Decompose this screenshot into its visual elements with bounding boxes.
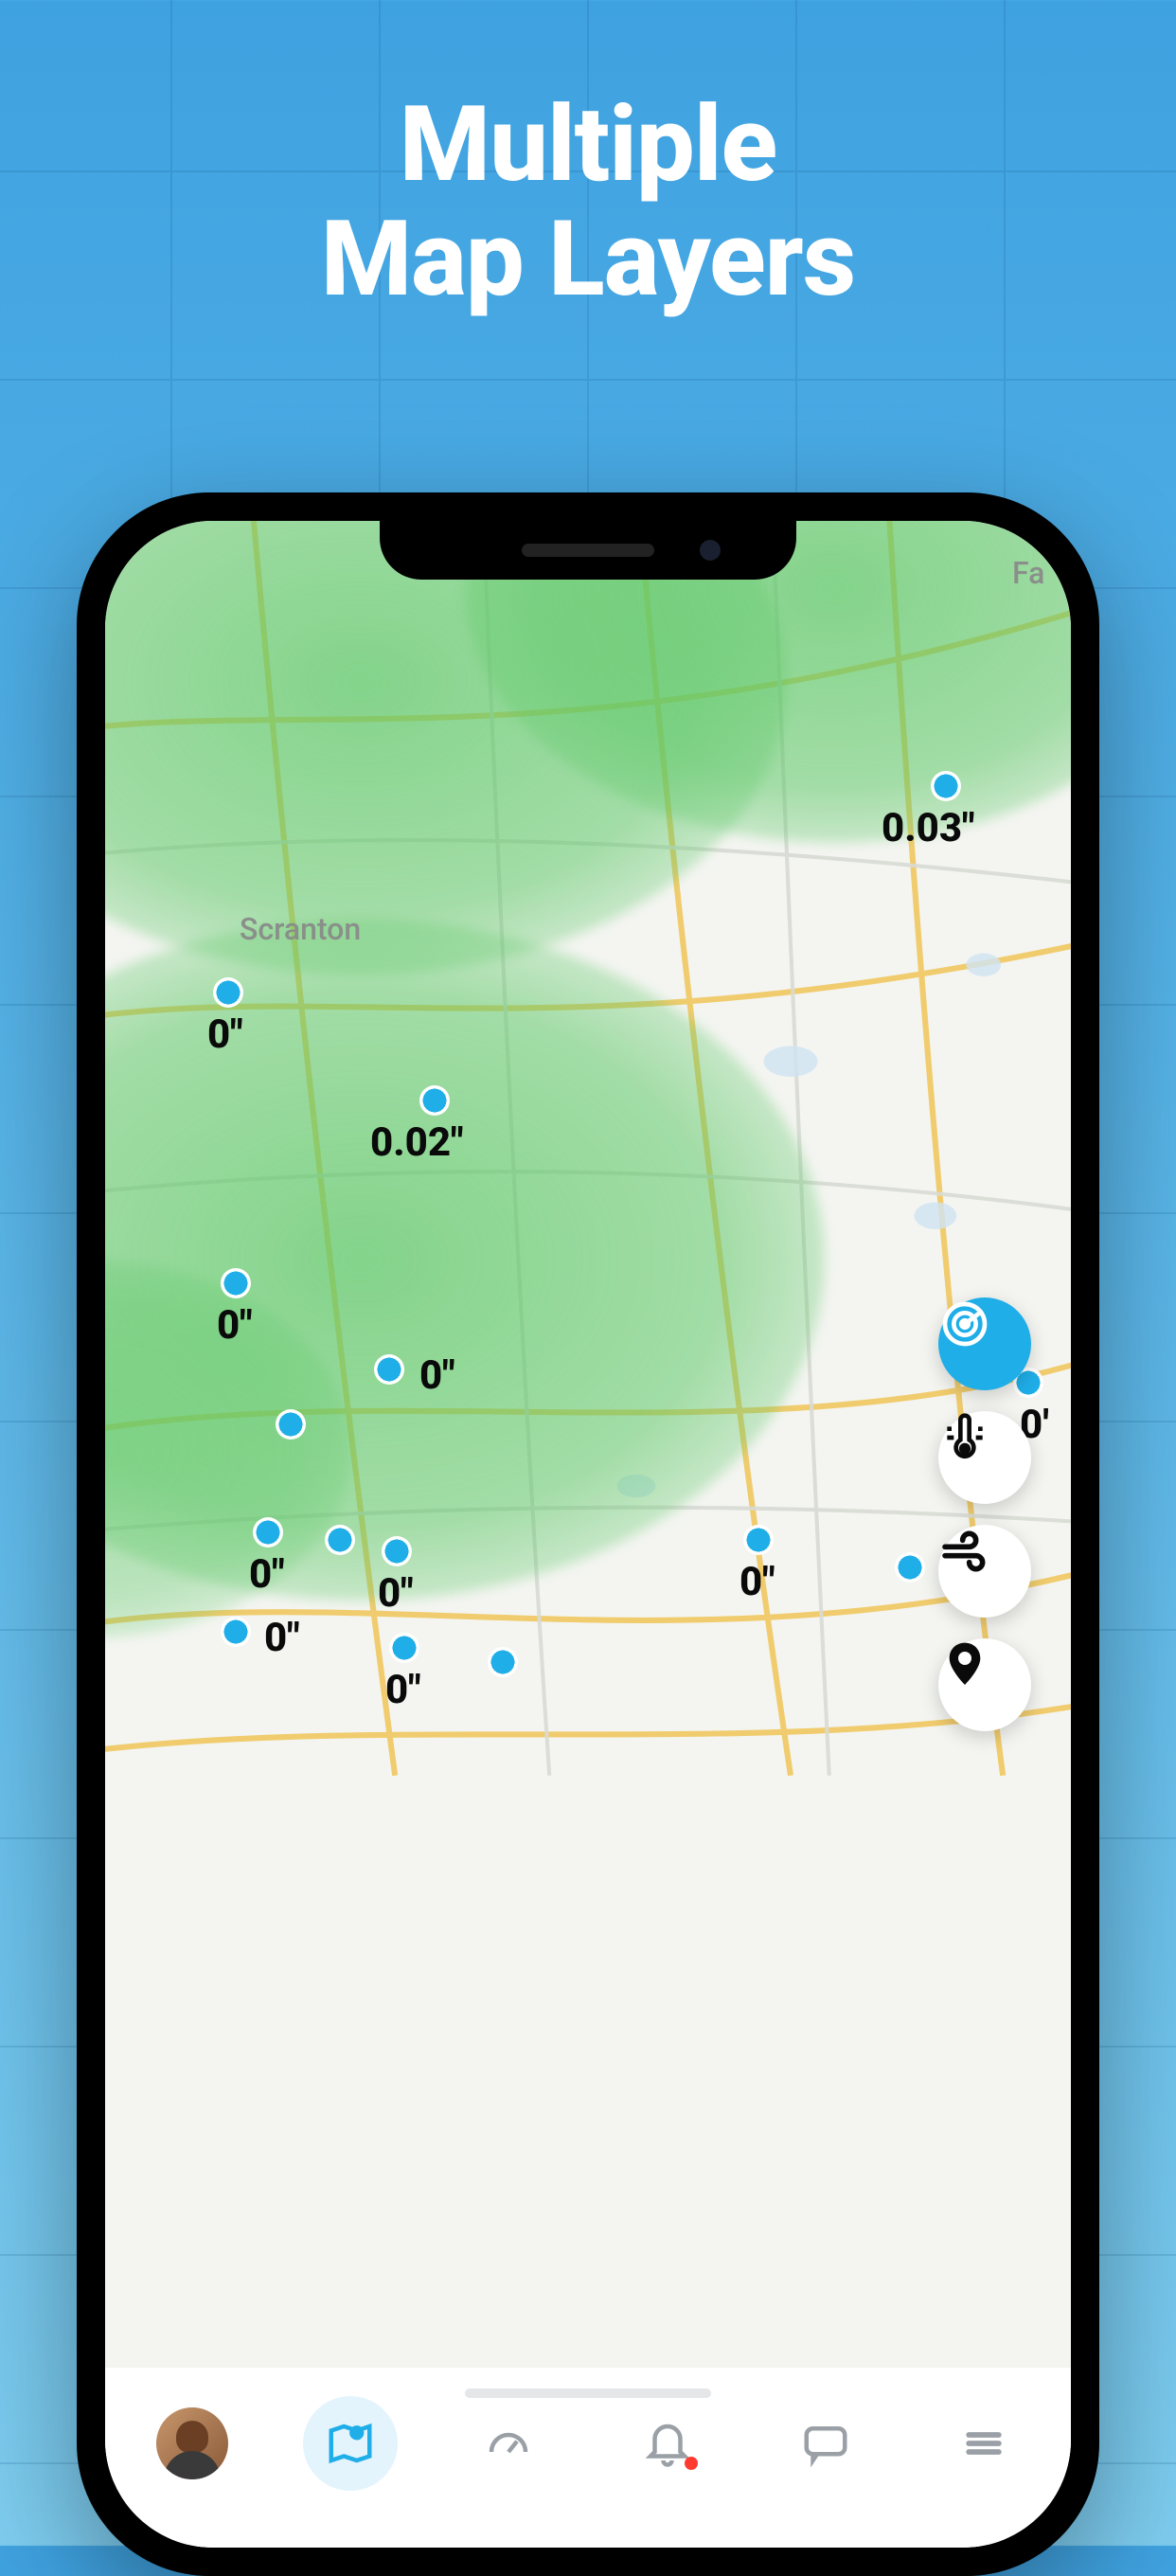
city-label-partial: Fa xyxy=(1012,555,1044,591)
pin-value: 0" xyxy=(217,1302,253,1349)
tab-dashboard[interactable] xyxy=(461,2396,556,2491)
wind-icon xyxy=(938,1525,991,1578)
map-pin[interactable] xyxy=(374,1354,404,1385)
tab-map[interactable] xyxy=(303,2396,398,2491)
map-pin-icon xyxy=(325,2418,376,2469)
avatar xyxy=(156,2407,228,2479)
gauge-icon xyxy=(483,2418,534,2469)
map-pin-icon xyxy=(938,1638,991,1691)
pin-value: 0.03" xyxy=(882,805,974,851)
menu-icon xyxy=(958,2418,1009,2469)
map-pin[interactable] xyxy=(221,1268,251,1298)
headline-line-1: Multiple xyxy=(0,87,1176,202)
map-pin[interactable] xyxy=(743,1525,774,1555)
tab-profile[interactable] xyxy=(145,2396,240,2491)
phone-notch xyxy=(380,521,796,580)
map-pin[interactable] xyxy=(221,1617,251,1647)
radar-icon xyxy=(938,1297,991,1351)
pin-value: 0" xyxy=(249,1551,285,1598)
pin-value: 0" xyxy=(207,1011,243,1058)
map-canvas[interactable]: Scranton Fa 0.03" 0" 0.02" 0" 0" 0' 0" xyxy=(105,521,1071,2548)
layer-temperature-button[interactable] xyxy=(938,1411,1031,1504)
pin-value: 0" xyxy=(739,1559,775,1605)
headline-line-2: Map Layers xyxy=(0,202,1176,316)
map-pin[interactable] xyxy=(213,977,243,1008)
layer-wind-button[interactable] xyxy=(938,1525,1031,1618)
map-pin[interactable] xyxy=(488,1647,518,1677)
city-label-scranton: Scranton xyxy=(240,911,361,947)
pin-value: 0" xyxy=(264,1615,300,1661)
phone-frame: Scranton Fa 0.03" 0" 0.02" 0" 0" 0' 0" xyxy=(77,492,1099,2576)
map-pin[interactable] xyxy=(419,1085,450,1116)
chat-icon xyxy=(800,2418,851,2469)
marketing-headline: Multiple Map Layers xyxy=(0,87,1176,316)
thermometer-icon xyxy=(938,1411,991,1464)
map-pin[interactable] xyxy=(382,1536,412,1566)
layer-radar-button[interactable] xyxy=(938,1297,1031,1390)
phone-bezel: Scranton Fa 0.03" 0" 0.02" 0" 0" 0' 0" xyxy=(98,513,1078,2555)
map-pin[interactable] xyxy=(325,1525,355,1555)
bottom-tabbar xyxy=(105,2368,1071,2548)
pin-value: 0" xyxy=(385,1667,421,1713)
map-pin[interactable] xyxy=(253,1517,283,1547)
tab-alerts[interactable] xyxy=(620,2396,715,2491)
tab-menu[interactable] xyxy=(936,2396,1031,2491)
pin-value: 0.02" xyxy=(370,1119,463,1166)
tab-chat[interactable] xyxy=(778,2396,873,2491)
layer-location-button[interactable] xyxy=(938,1638,1031,1731)
map-pin[interactable] xyxy=(931,771,961,801)
map-pin[interactable] xyxy=(895,1552,925,1583)
pin-value: 0" xyxy=(419,1352,455,1399)
map-pin[interactable] xyxy=(276,1409,306,1440)
phone-screen: Scranton Fa 0.03" 0" 0.02" 0" 0" 0' 0" xyxy=(105,521,1071,2548)
notification-badge xyxy=(685,2457,698,2470)
pin-value: 0" xyxy=(378,1570,414,1617)
map-pin[interactable] xyxy=(389,1633,419,1663)
